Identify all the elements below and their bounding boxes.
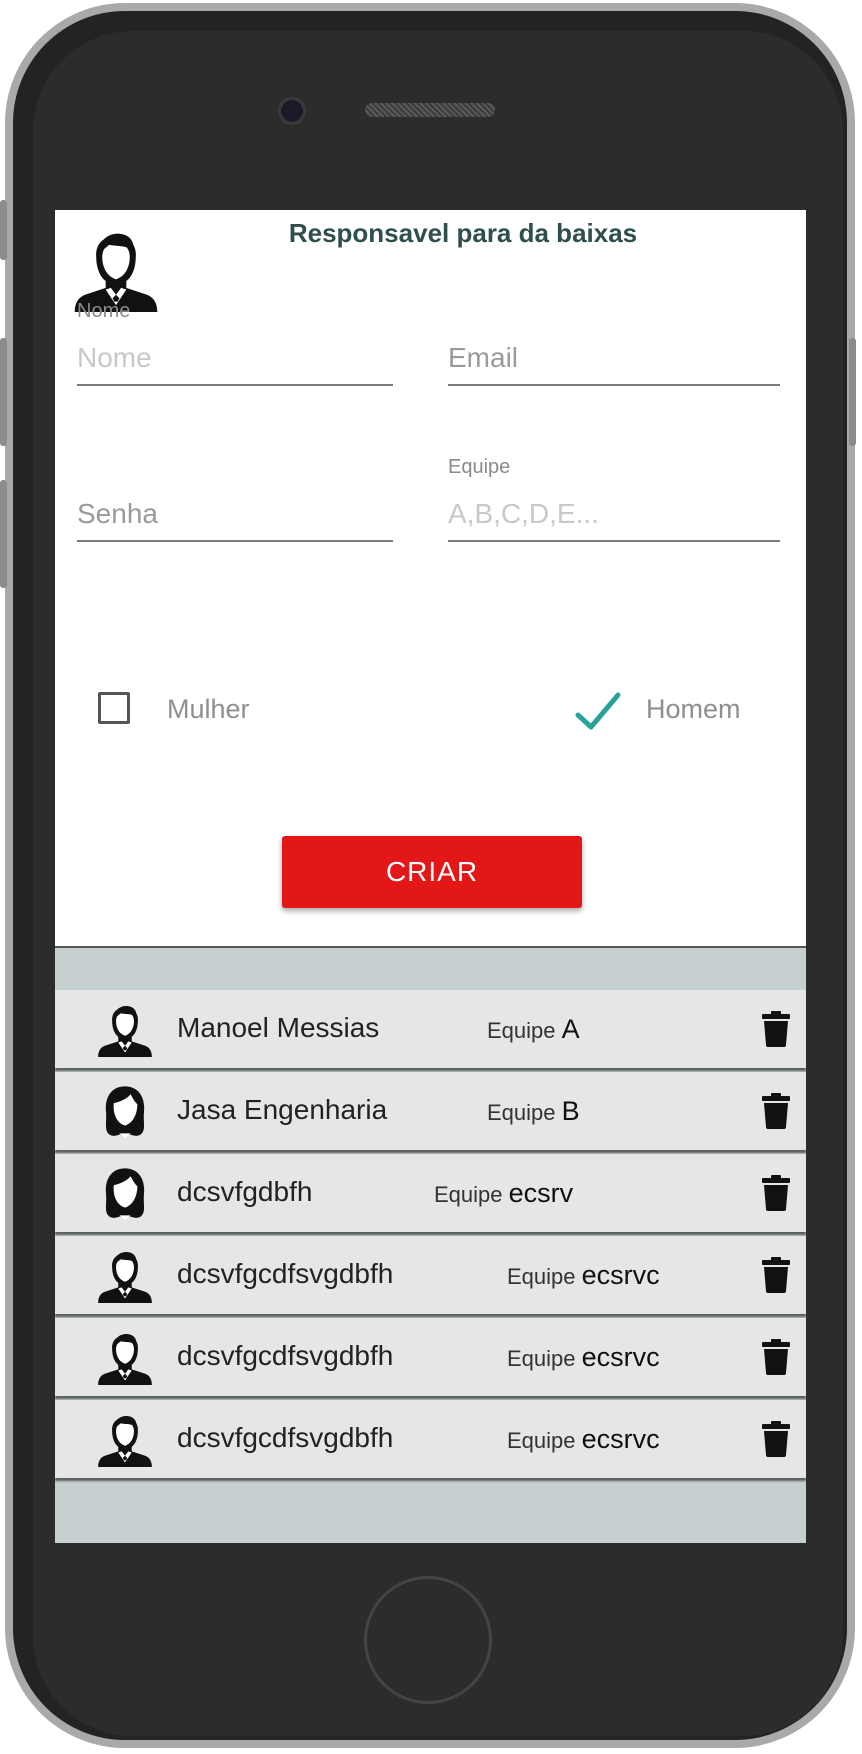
list-item[interactable]: dcsvfgcdfsvgdbfh Equipe ecsrvc (55, 1400, 806, 1478)
trash-icon[interactable] (762, 1011, 790, 1047)
item-name: dcsvfgdbfh (177, 1176, 313, 1207)
mulher-label: Mulher (167, 694, 250, 724)
earpiece-speaker (365, 103, 495, 117)
volume-down-button (0, 480, 7, 588)
female-avatar-icon (105, 1168, 145, 1220)
list-item[interactable]: Jasa Engenharia Equipe B (55, 1072, 806, 1150)
page-title: Responsavel para da baixas (288, 218, 638, 248)
checkmark-icon[interactable] (574, 689, 622, 733)
nome-label: Nome (77, 300, 131, 322)
item-team: Equipe ecsrvc (507, 1260, 660, 1290)
list-item[interactable]: dcsvfgcdfsvgdbfh Equipe ecsrvc (55, 1318, 806, 1396)
male-avatar-icon (98, 1333, 152, 1385)
power-button (849, 338, 856, 446)
item-team: Equipe A (487, 1014, 580, 1044)
homem-label: Homem (646, 694, 741, 724)
nome-input[interactable] (77, 342, 393, 374)
equipe-label: Equipe (448, 456, 511, 478)
volume-up-button (0, 338, 7, 446)
item-name: dcsvfgcdfsvgdbfh (177, 1422, 394, 1453)
item-name: Jasa Engenharia (177, 1094, 388, 1125)
front-camera (278, 97, 306, 125)
trash-icon[interactable] (762, 1339, 790, 1375)
app-screen: Responsavel para da baixas Nome Email Se… (55, 210, 806, 1543)
mulher-checkbox[interactable] (98, 692, 130, 724)
senha-field: Senha (77, 456, 393, 542)
list-item[interactable]: dcsvfgcdfsvgdbfh Equipe ecsrvc (55, 1236, 806, 1314)
item-team: Equipe B (487, 1096, 580, 1126)
female-avatar-icon (105, 1086, 145, 1138)
item-team: Equipe ecsrvc (507, 1342, 660, 1372)
mute-switch (0, 200, 7, 260)
male-avatar-icon (98, 1251, 152, 1303)
criar-button[interactable]: CRIAR (282, 836, 582, 908)
male-avatar-icon (98, 1005, 152, 1057)
trash-icon[interactable] (762, 1175, 790, 1211)
senha-input[interactable]: Senha (77, 498, 393, 530)
item-team: Equipe ecsrv (434, 1178, 574, 1208)
nome-field: Nome (77, 300, 393, 386)
trash-icon[interactable] (762, 1421, 790, 1457)
item-name: dcsvfgcdfsvgdbfh (177, 1340, 394, 1371)
trash-icon[interactable] (762, 1093, 790, 1129)
item-name: Manoel Messias (177, 1012, 380, 1043)
list-item[interactable]: dcsvfgdbfh Equipe ecsrv (55, 1154, 806, 1232)
list-item[interactable]: Manoel Messias Equipe A (55, 990, 806, 1068)
equipe-field: Equipe (448, 456, 780, 542)
male-avatar-icon (98, 1415, 152, 1467)
home-button[interactable] (364, 1576, 492, 1704)
equipe-input[interactable] (448, 498, 780, 530)
trash-icon[interactable] (762, 1257, 790, 1293)
item-name: dcsvfgcdfsvgdbfh (177, 1258, 394, 1289)
email-field: Email (448, 300, 780, 386)
item-team: Equipe ecsrvc (507, 1424, 660, 1454)
email-input[interactable]: Email (448, 342, 780, 374)
